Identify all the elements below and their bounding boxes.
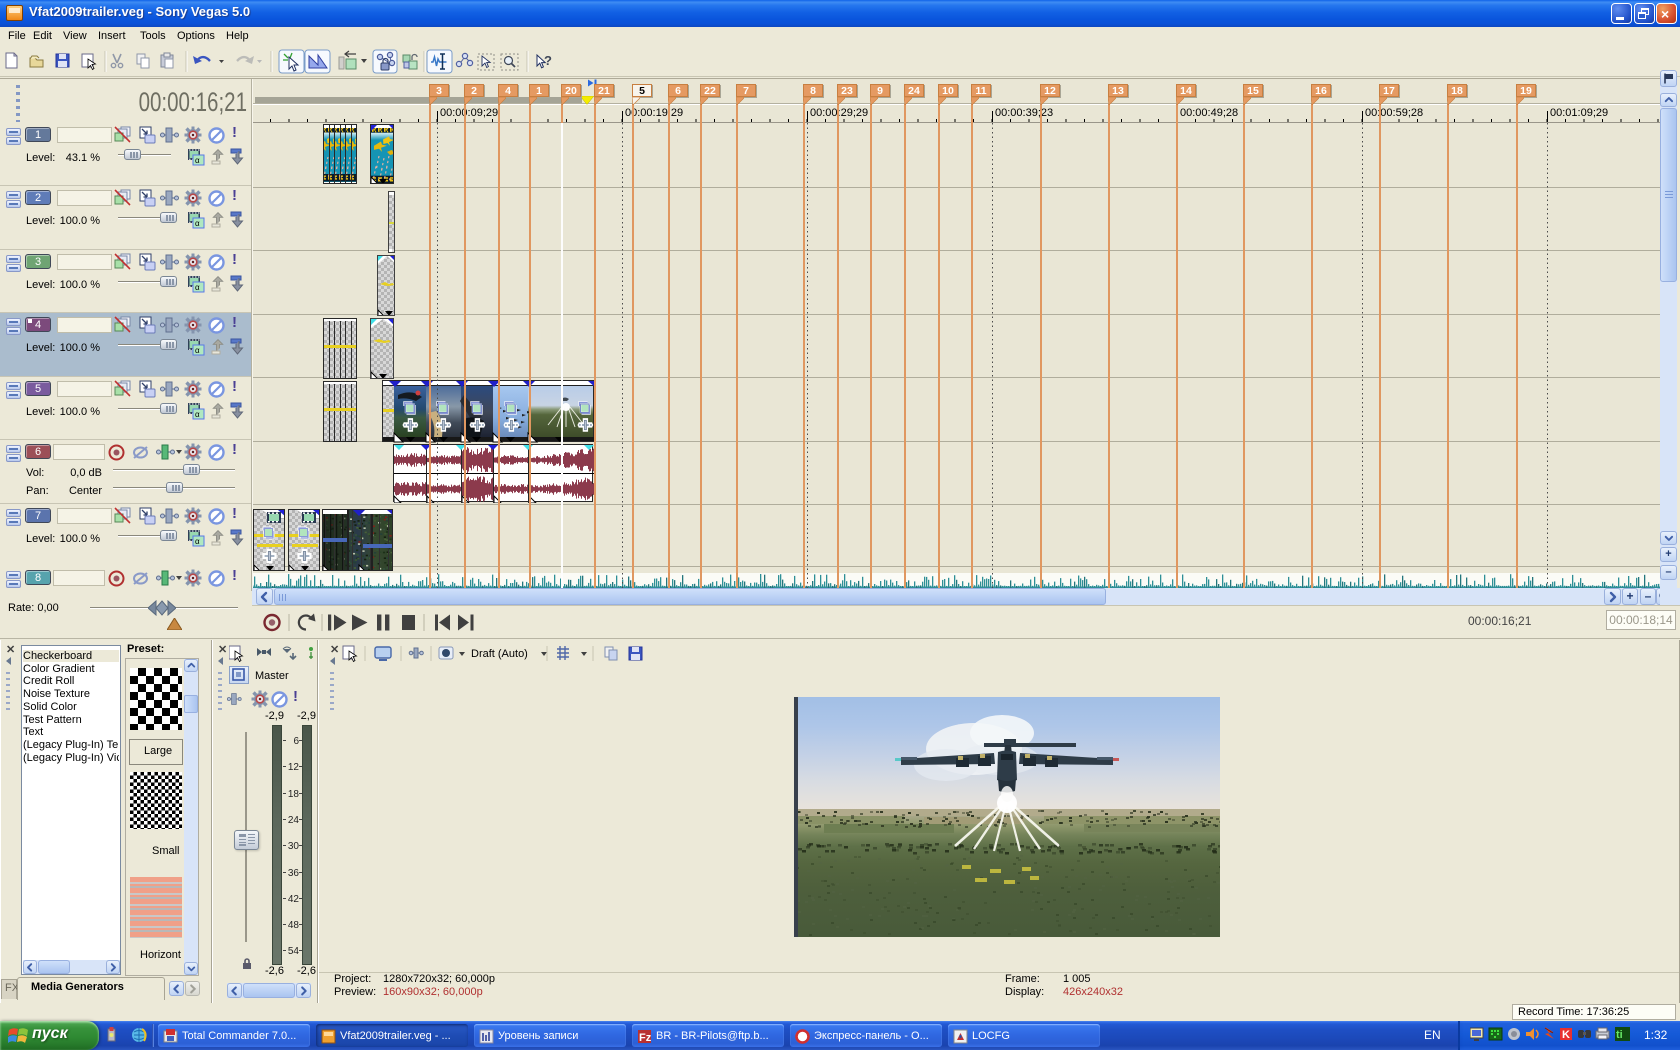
svg-text:α: α — [195, 537, 200, 546]
svg-text:K: K — [1562, 1029, 1570, 1041]
svg-text:Fz: Fz — [639, 1032, 652, 1044]
svg-text:α: α — [195, 410, 200, 419]
svg-text:ti: ti — [1616, 1029, 1623, 1041]
svg-text:?: ? — [544, 53, 552, 68]
svg-text:α: α — [195, 219, 200, 228]
svg-text:α: α — [195, 346, 200, 355]
svg-text:Draft (Auto): Draft (Auto) — [471, 648, 528, 660]
svg-text:α: α — [195, 283, 200, 292]
svg-text:α: α — [195, 156, 200, 165]
